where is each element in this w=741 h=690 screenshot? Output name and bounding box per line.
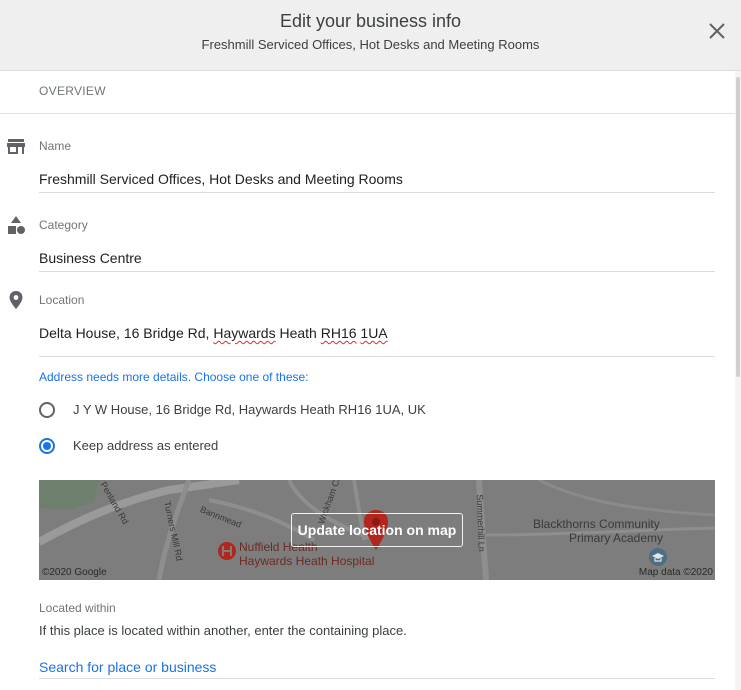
map-school-name-2: Primary Academy: [569, 531, 664, 545]
name-input[interactable]: Freshmill Serviced Offices, Hot Desks an…: [39, 171, 403, 187]
location-label: Location: [39, 293, 85, 307]
category-label: Category: [39, 218, 88, 232]
scrollbar-thumb[interactable]: [736, 77, 740, 377]
map-road-label-5: Summerhill Ln: [474, 494, 487, 552]
dialog-title: Edit your business info: [279, 11, 462, 31]
name-label: Name: [39, 139, 72, 153]
section-overview-label: OVERVIEW: [39, 84, 106, 98]
address-option-label-1[interactable]: J Y W House, 16 Bridge Rd, Haywards Heat…: [73, 402, 426, 417]
close-icon[interactable]: [704, 18, 730, 44]
storefront-icon: [5, 136, 27, 158]
update-location-button[interactable]: Update location on map: [291, 513, 463, 547]
address-option-radio-2[interactable]: [39, 438, 55, 454]
address-hint: Address needs more details. Choose one o…: [39, 370, 309, 384]
category-input[interactable]: Business Centre: [39, 250, 142, 266]
address-town: Haywards: [213, 325, 276, 341]
address-prefix: Delta House, 16 Bridge Rd,: [39, 325, 214, 341]
map-data-copyright: Map data ©2020: [638, 567, 713, 578]
address-option-radio-1[interactable]: [39, 402, 55, 418]
map-copyright-google: ©2020 Google: [42, 567, 107, 578]
located-within-underline: [39, 678, 715, 679]
address-postcode-a: RH16: [320, 325, 357, 341]
located-within-search-input[interactable]: [39, 654, 715, 680]
dialog-header: Edit your business info Freshmill Servic…: [0, 0, 741, 71]
scrollbar[interactable]: [735, 71, 741, 690]
map-hospital-name-2: Haywards Heath Hospital: [239, 554, 375, 568]
location-input[interactable]: Delta House, 16 Bridge Rd, Haywards Heat…: [39, 325, 388, 341]
address-middle: Heath: [275, 325, 321, 341]
location-map[interactable]: Penland Rd Turners Mill Rd Bannmead Wick…: [39, 480, 715, 580]
school-icon: [649, 548, 667, 566]
location-underline: [39, 356, 715, 357]
map-school-name-1: Blackthorns Community: [533, 517, 660, 531]
name-underline: [39, 192, 715, 193]
location-pin-icon: [5, 289, 27, 311]
address-postcode-b: 1UA: [360, 325, 388, 341]
hospital-icon: [218, 542, 236, 560]
category-shapes-icon: [5, 214, 27, 236]
category-underline: [39, 271, 715, 272]
section-divider: [0, 113, 735, 114]
dialog-subtitle: Freshmill Serviced Offices, Hot Desks an…: [201, 37, 540, 52]
located-within-description: If this place is located within another,…: [39, 623, 407, 638]
address-option-label-2[interactable]: Keep address as entered: [73, 438, 218, 453]
located-within-label: Located within: [39, 601, 116, 615]
